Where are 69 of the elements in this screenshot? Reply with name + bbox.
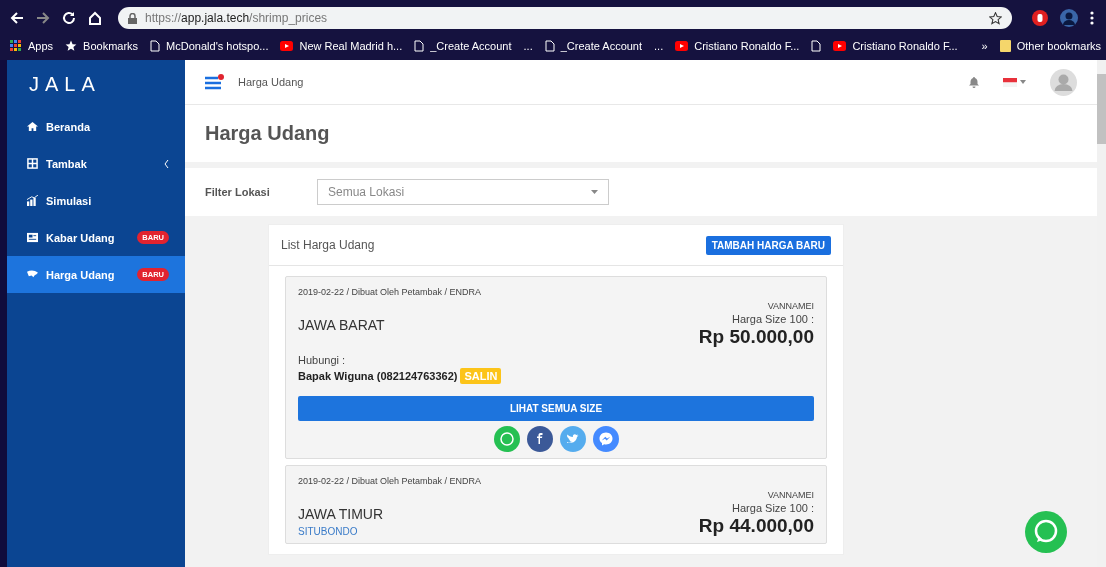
other-bookmarks[interactable]: Other bookmarks	[1016, 40, 1102, 52]
panel-title: List Harga Udang	[281, 238, 375, 252]
bookmark-ellipsis[interactable]: ...	[523, 40, 533, 52]
shrimp-icon	[27, 269, 38, 280]
star-icon[interactable]	[989, 11, 1002, 25]
home-icon	[27, 121, 38, 132]
video-icon[interactable]	[833, 41, 847, 51]
filter-label: Filter Lokasi	[205, 186, 271, 198]
contact-label: Hubungi :	[298, 354, 347, 366]
card-meta: 2019-02-22 / Dibuat Oleh Petambak / ENDRA	[298, 287, 483, 297]
region-name: JAWA TIMUR	[298, 506, 384, 522]
sidebar-item[interactable]: Simulasi	[7, 182, 185, 219]
page-icon[interactable]	[414, 40, 425, 52]
lock-icon	[128, 12, 137, 24]
apps-grid-icon[interactable]	[10, 40, 22, 52]
messenger-share-icon[interactable]	[592, 426, 619, 452]
flag-icon	[1003, 77, 1017, 87]
bookmark[interactable]: New Real Madrid h...	[299, 40, 403, 52]
newspaper-icon	[27, 232, 38, 243]
add-price-button[interactable]: TAMBAH HARGA BARU	[705, 235, 831, 255]
breadcrumb: Harga Udang	[238, 76, 304, 88]
page-title: Harga Udang	[205, 122, 330, 145]
video-icon[interactable]	[280, 41, 294, 51]
species-label: VANNAMEI	[766, 301, 814, 311]
subregion-name: SITUBONDO	[298, 526, 359, 537]
region-name: JAWA BARAT	[298, 317, 385, 333]
bookmark-ellipsis[interactable]: ...	[654, 40, 664, 52]
forward-icon[interactable]	[36, 11, 50, 25]
caret-icon	[591, 190, 598, 194]
avatar-icon[interactable]	[1060, 9, 1078, 27]
home-icon[interactable]	[88, 11, 102, 25]
view-all-sizes-button[interactable]: LIHAT SEMUA SIZE	[298, 396, 814, 421]
bookmark[interactable]: Cristiano Ronaldo F...	[694, 40, 800, 52]
reload-icon[interactable]	[62, 11, 76, 25]
size-label: Harga Size 100 :	[731, 313, 814, 325]
size-label: Harga Size 100 :	[731, 502, 814, 514]
contact-text: Bapak Wiguna (082124763362)	[298, 370, 458, 382]
price-text: Rp 44.000,00	[698, 515, 814, 537]
folder-icon[interactable]	[999, 40, 1011, 52]
page-icon[interactable]	[811, 40, 822, 52]
sidebar-item[interactable]: Beranda	[7, 108, 185, 145]
page-icon[interactable]	[150, 40, 161, 52]
bookmark[interactable]: Cristiano Ronaldo F...	[852, 40, 958, 52]
bookmark[interactable]: _Create Account	[430, 40, 512, 52]
address-bar[interactable]: https://app.jala.tech/shrimp_prices	[118, 7, 1012, 29]
bookmark[interactable]: McDonald's hotspo...	[166, 40, 269, 52]
video-icon[interactable]	[675, 41, 689, 51]
menu-icon[interactable]	[205, 74, 224, 90]
language-selector[interactable]	[1003, 77, 1026, 87]
logo-text: JALA	[28, 71, 102, 97]
back-icon[interactable]	[10, 11, 24, 25]
location-select[interactable]: Semua Lokasi	[317, 179, 609, 205]
facebook-share-icon[interactable]	[526, 426, 553, 452]
grid-icon	[27, 158, 38, 169]
card-meta: 2019-02-22 / Dibuat Oleh Petambak / ENDRA	[298, 476, 483, 486]
url-text: https://app.jala.tech/shrimp_prices	[145, 11, 329, 25]
more-bookmarks-button[interactable]: »	[981, 40, 988, 52]
species-label: VANNAMEI	[766, 490, 814, 500]
bar-chart-icon	[27, 195, 38, 206]
page-icon[interactable]	[544, 40, 555, 52]
notification-bell-icon[interactable]	[969, 76, 979, 88]
bookmark[interactable]: _Create Account	[560, 40, 643, 52]
caret-icon	[1020, 80, 1026, 84]
sidebar-item[interactable]: Tambak	[7, 145, 185, 182]
bookmark[interactable]: Bookmarks	[83, 40, 139, 52]
more-icon[interactable]	[1090, 11, 1094, 25]
star-icon[interactable]	[65, 40, 78, 52]
price-text: Rp 50.000,00	[698, 326, 814, 348]
bookmark[interactable]: Apps	[28, 40, 54, 52]
